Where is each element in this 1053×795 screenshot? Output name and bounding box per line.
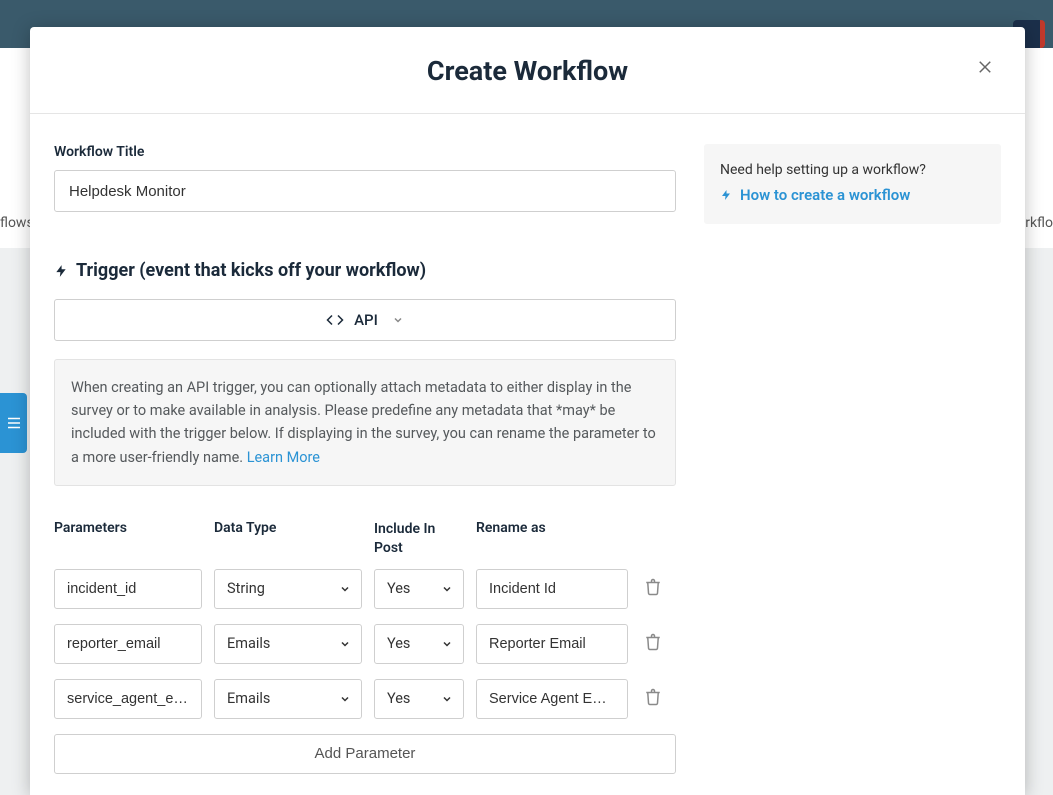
add-parameter-button[interactable]: Add Parameter (54, 734, 676, 774)
trigger-select[interactable]: API (54, 299, 676, 341)
trigger-heading-text: Trigger (event that kicks off your workf… (76, 260, 426, 281)
bg-text-right: rkflo (1025, 215, 1053, 231)
close-icon (976, 58, 994, 76)
chevron-down-icon (441, 583, 453, 595)
chevron-down-icon (339, 583, 351, 595)
parameter-row: String Yes (54, 569, 676, 609)
param-include-select[interactable]: Yes (374, 569, 464, 609)
help-link-text: How to create a workflow (740, 186, 910, 204)
workflow-title-input[interactable] (54, 170, 676, 212)
lightning-icon (54, 262, 68, 280)
modal-header: Create Workflow (30, 27, 1025, 114)
help-column: Need help setting up a workflow? How to … (704, 144, 1001, 774)
parameters-table: Parameters Data Type Include In Post Ren… (54, 520, 676, 774)
param-include-value: Yes (387, 635, 410, 652)
form-column: Workflow Title Trigger (event that kicks… (54, 144, 676, 774)
delete-param-button[interactable] (644, 633, 662, 655)
param-type-value: String (227, 580, 265, 597)
delete-param-button[interactable] (644, 578, 662, 600)
create-workflow-modal: Create Workflow Workflow Title Trigger (… (30, 27, 1025, 795)
param-name-input[interactable] (54, 569, 202, 609)
col-header-include: Include In Post (374, 520, 464, 559)
chevron-down-icon (392, 314, 404, 326)
param-type-value: Emails (227, 635, 270, 652)
trash-icon (644, 688, 662, 706)
chevron-down-icon (441, 638, 453, 650)
param-include-value: Yes (387, 690, 410, 707)
delete-param-button[interactable] (644, 688, 662, 710)
trigger-selected-label: API (354, 311, 378, 329)
col-header-parameters: Parameters (54, 520, 202, 536)
param-name-input[interactable] (54, 624, 202, 664)
trigger-info-box: When creating an API trigger, you can op… (54, 359, 676, 486)
param-type-value: Emails (227, 690, 270, 707)
lightning-icon (720, 187, 732, 203)
help-link[interactable]: How to create a workflow (720, 186, 985, 204)
parameter-row: Emails Yes (54, 679, 676, 719)
trash-icon (644, 578, 662, 596)
help-panel: Need help setting up a workflow? How to … (704, 144, 1001, 224)
param-include-select[interactable]: Yes (374, 624, 464, 664)
col-header-data-type: Data Type (214, 520, 362, 536)
param-type-select[interactable]: Emails (214, 624, 362, 664)
param-include-select[interactable]: Yes (374, 679, 464, 719)
col-header-rename: Rename as (476, 520, 628, 536)
param-rename-input[interactable] (476, 624, 628, 664)
bg-text-left: flows (0, 215, 34, 231)
parameters-header-row: Parameters Data Type Include In Post Ren… (54, 520, 676, 559)
chevron-down-icon (441, 693, 453, 705)
bg-side-tab (0, 393, 27, 453)
param-include-value: Yes (387, 580, 410, 597)
trigger-info-text: When creating an API trigger, you can op… (71, 379, 656, 466)
chevron-down-icon (339, 638, 351, 650)
trigger-heading: Trigger (event that kicks off your workf… (54, 260, 676, 281)
param-type-select[interactable]: String (214, 569, 362, 609)
help-question: Need help setting up a workflow? (720, 162, 985, 178)
modal-title: Create Workflow (50, 55, 1005, 87)
trash-icon (644, 633, 662, 651)
parameter-row: Emails Yes (54, 624, 676, 664)
param-name-input[interactable] (54, 679, 202, 719)
param-type-select[interactable]: Emails (214, 679, 362, 719)
modal-body: Workflow Title Trigger (event that kicks… (30, 114, 1025, 774)
param-rename-input[interactable] (476, 679, 628, 719)
learn-more-link[interactable]: Learn More (247, 449, 320, 466)
chevron-down-icon (339, 693, 351, 705)
close-button[interactable] (965, 47, 1005, 87)
code-icon (326, 313, 344, 327)
param-rename-input[interactable] (476, 569, 628, 609)
workflow-title-label: Workflow Title (54, 144, 676, 160)
